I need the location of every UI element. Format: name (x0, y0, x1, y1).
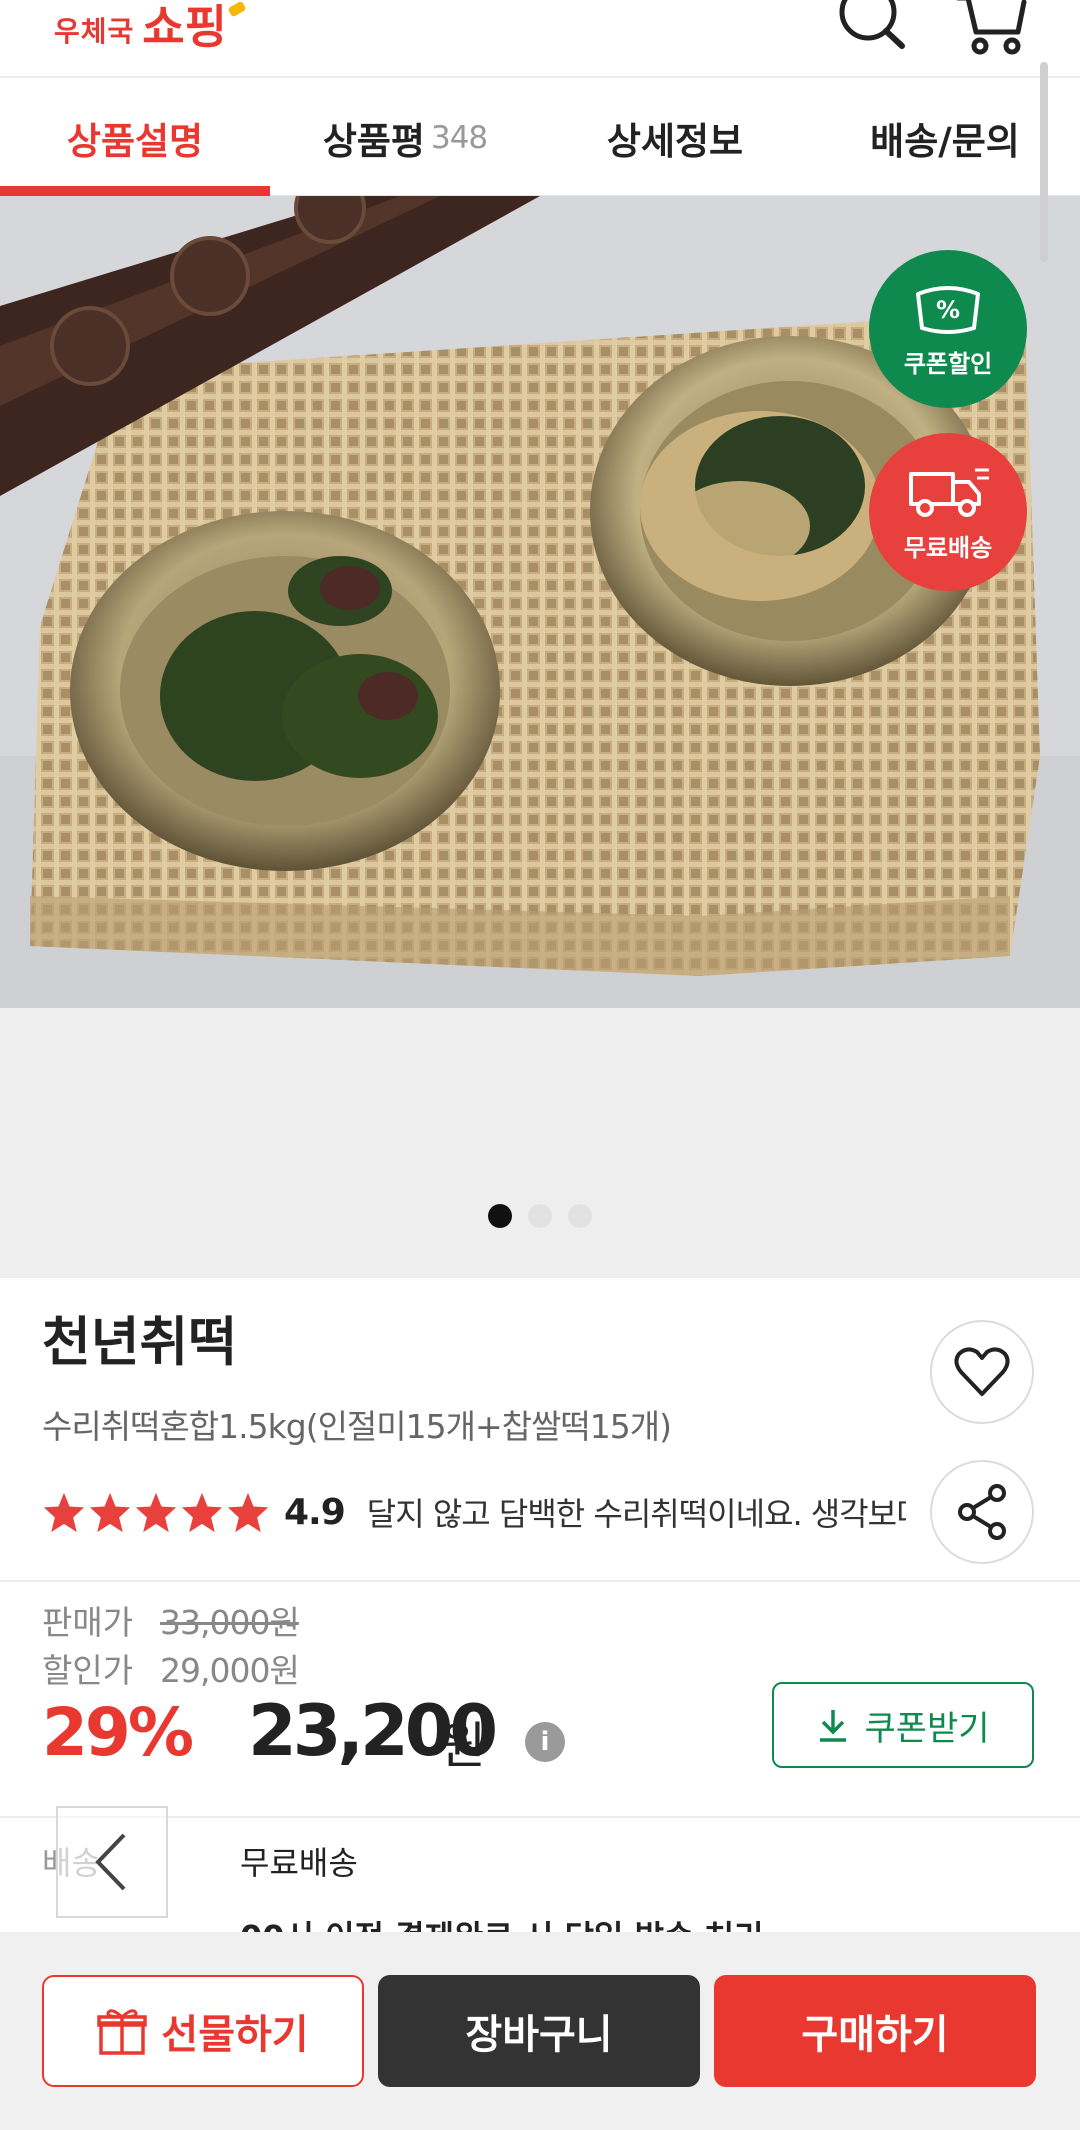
review-count: 348 (430, 120, 488, 156)
tab-label: 상품평 (322, 120, 425, 163)
rating-row[interactable]: 4.9 달지 않고 담백한 수리취떡이네요. 생각보다 (42, 1484, 906, 1540)
tab-details[interactable]: 상세정보 (540, 80, 810, 196)
coupon-badge-label: 쿠폰할인 (903, 349, 993, 378)
review-snippet[interactable]: 달지 않고 담백한 수리취떡이네요. 생각보다 (367, 1489, 906, 1535)
get-coupon-button[interactable]: 쿠폰받기 (772, 1682, 1034, 1768)
gift-button[interactable]: 선물하기 (42, 1975, 364, 2087)
divider (0, 1580, 1080, 1582)
star-icon (43, 1492, 85, 1533)
product-subtitle: 수리취떡혼합1.5kg(인절미15개+찹쌀떡15개) (42, 1407, 672, 1446)
logo[interactable]: 우체국 쇼핑 (54, 0, 247, 54)
sale-price-label: 판매가 (42, 1603, 134, 1642)
gallery-dot[interactable] (568, 1204, 592, 1228)
discount-rate: 29% (42, 1694, 194, 1771)
logo-small-text: 우체국 (54, 15, 135, 48)
shipping-value: 무료배송 (240, 1844, 358, 1882)
discount-price-label: 할인가 (42, 1651, 134, 1690)
final-price-unit: 원 (440, 1717, 486, 1775)
star-icon (181, 1492, 223, 1533)
coupon-discount-badge[interactable]: % 쿠폰할인 (869, 250, 1027, 408)
app-header: 우체국 쇼핑 (0, 0, 1080, 78)
tab-product-description[interactable]: 상품설명 (0, 80, 270, 196)
tab-reviews[interactable]: 상품평 348 (270, 80, 540, 196)
product-page: 우체국 쇼핑 상품설명 상품평 348 상세정보 배송/문의 % 쿠폰할인 무료… (0, 0, 1080, 2130)
sale-price-value: 33,000원 (160, 1603, 300, 1642)
gallery-indicator[interactable] (488, 1204, 592, 1228)
rating-stars (42, 1491, 270, 1533)
share-button[interactable] (930, 1460, 1034, 1564)
share-icon (958, 1484, 1006, 1540)
discount-price-value: 29,000원 (160, 1651, 300, 1690)
gift-icon (97, 2009, 148, 2055)
buy-label: 구매하기 (801, 2012, 949, 2058)
product-image[interactable]: % 쿠폰할인 무료배송 (0, 196, 1080, 1008)
free-shipping-label: 무료배송 (903, 533, 993, 562)
truck-icon (909, 468, 989, 517)
star-icon (89, 1492, 131, 1533)
heart-icon (954, 1347, 1010, 1396)
product-title: 천년취떡 (42, 1312, 238, 1373)
chevron-left-icon (95, 1833, 126, 1891)
logo-spark (227, 0, 247, 18)
active-tab-indicator (0, 186, 270, 196)
free-shipping-badge[interactable]: 무료배송 (869, 433, 1027, 591)
download-icon (820, 1710, 847, 1742)
buy-now-button[interactable]: 구매하기 (714, 1975, 1036, 2087)
logo-big-text: 쇼핑 (142, 0, 227, 54)
price-info-icon[interactable]: i (525, 1722, 565, 1762)
product-tabs: 상품설명 상품평 348 상세정보 배송/문의 (0, 80, 1080, 196)
coupon-percent: % (936, 296, 960, 324)
coupon-icon: % (916, 285, 980, 334)
scrollbar[interactable] (1040, 62, 1048, 262)
cart-label: 장바구니 (465, 2012, 613, 2058)
wishlist-button[interactable] (930, 1320, 1034, 1424)
gift-label: 선물하기 (161, 2012, 309, 2058)
add-to-cart-button[interactable]: 장바구니 (378, 1975, 700, 2087)
search-icon[interactable] (830, 0, 910, 64)
gallery-dot[interactable] (528, 1204, 552, 1228)
cart-icon[interactable] (952, 0, 1032, 64)
star-icon (135, 1492, 177, 1533)
star-icon (227, 1492, 269, 1533)
back-button[interactable] (56, 1806, 168, 1918)
rating-value: 4.9 (284, 1491, 346, 1533)
tab-label: 상세정보 (606, 120, 744, 163)
shipping-note: 00시 이전 결제완료 시 당일 발송 처리 (240, 1912, 764, 1934)
gallery-footer (0, 1008, 1080, 1278)
get-coupon-label: 쿠폰받기 (864, 1708, 990, 1749)
tab-label: 배송/문의 (870, 120, 1020, 163)
tab-label: 상품설명 (66, 120, 204, 163)
gallery-dot-active[interactable] (488, 1204, 512, 1228)
